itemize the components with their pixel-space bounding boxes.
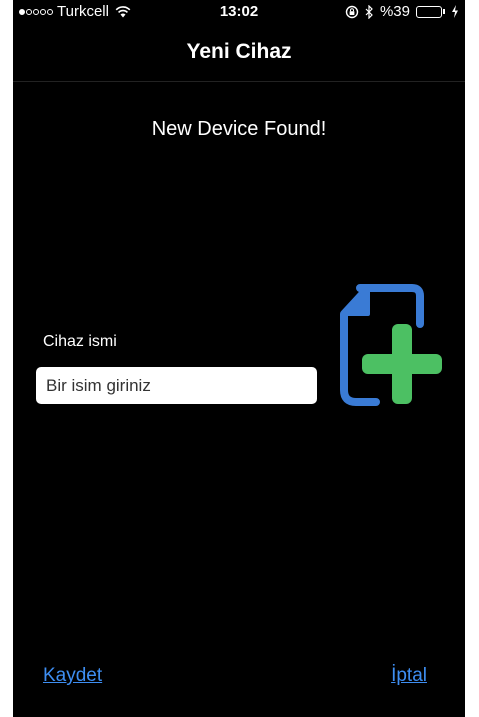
bluetooth-icon [365, 4, 373, 19]
page-title: Yeni Cihaz [186, 40, 292, 63]
battery-percent: %39 [379, 3, 410, 20]
device-name-label: Cihaz ismi [43, 333, 117, 350]
add-document-icon [340, 284, 442, 406]
device-name-input[interactable] [36, 367, 317, 404]
nav-bar: Yeni Cihaz [13, 26, 465, 82]
rotation-lock-icon [345, 5, 359, 18]
status-bar: Turkcell 13:02 %39 [13, 0, 465, 26]
app-screen: Turkcell 13:02 %39 Yeni Cihaz New Device… [13, 0, 465, 717]
save-button[interactable]: Kaydet [43, 665, 102, 687]
charging-icon [452, 5, 458, 18]
new-device-heading: New Device Found! [151, 118, 327, 140]
cancel-button[interactable]: İptal [391, 665, 427, 687]
battery-icon [416, 5, 445, 18]
status-right: %39 [345, 3, 459, 20]
